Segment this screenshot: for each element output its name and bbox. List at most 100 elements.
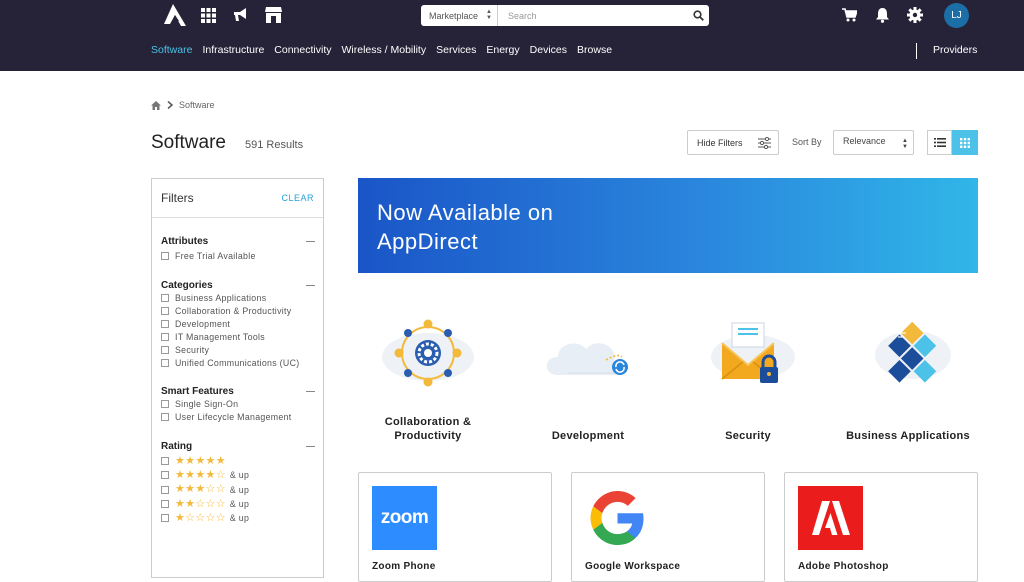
category-label: Security (725, 430, 771, 442)
nav-devices[interactable]: Devices (530, 44, 567, 56)
grid-apps-icon[interactable] (198, 5, 218, 25)
checkbox[interactable] (161, 413, 169, 422)
nav-connectivity[interactable]: Connectivity (274, 44, 331, 56)
rating-option-1[interactable]: ★ ☆ ☆ ☆ ☆ & up (161, 511, 315, 525)
security-envelope-lock-icon (711, 322, 795, 383)
search-icon[interactable] (687, 5, 709, 26)
filter-option-collaboration[interactable]: Collaboration & Productivity (161, 305, 315, 318)
filter-section-categories: Categories Business Applications Collabo… (161, 279, 315, 369)
star-rating: ★ ★ ☆ ☆ ☆ (175, 497, 226, 510)
cart-icon[interactable] (839, 5, 859, 25)
filter-section-header[interactable]: Rating (161, 440, 315, 452)
checkbox[interactable] (161, 307, 169, 316)
clear-filters-link[interactable]: CLEAR (281, 193, 314, 203)
collapse-icon[interactable] (306, 390, 315, 392)
nav-browse[interactable]: Browse (577, 44, 612, 56)
checkbox[interactable] (161, 346, 169, 354)
rating-and-up-label: & up (229, 484, 250, 495)
category-tile-development[interactable]: Development (513, 315, 663, 445)
filter-section-header[interactable]: Smart Features (161, 385, 315, 397)
collapse-icon[interactable] (306, 240, 315, 242)
filter-option-it-management[interactable]: IT Management Tools (161, 331, 315, 344)
nav-services[interactable]: Services (436, 44, 476, 56)
category-label: Collaboration & Productivity (384, 416, 472, 442)
sort-select[interactable]: Relevance ▲ ▼ (833, 130, 914, 155)
checkbox[interactable] (161, 400, 169, 409)
filter-option-label: User Lifecycle Management (175, 412, 292, 423)
filters-panel: Filters CLEAR Attributes Free Trial Avai… (151, 178, 324, 578)
filter-section-header[interactable]: Categories (161, 279, 315, 291)
megaphone-icon[interactable] (231, 5, 251, 25)
category-tile-business-applications[interactable]: Business Applications (833, 315, 983, 445)
list-view-button[interactable] (927, 130, 952, 155)
filter-section-title: Categories (161, 279, 213, 291)
filter-option-user-lifecycle[interactable]: User Lifecycle Management (161, 411, 315, 424)
search-input[interactable] (498, 10, 687, 21)
collapse-icon[interactable] (306, 284, 315, 286)
product-card-adobe-photoshop[interactable]: Adobe Photoshop (784, 472, 978, 582)
nav-divider (916, 43, 917, 59)
star-filled-icon: ★ (195, 454, 206, 467)
home-icon[interactable] (151, 100, 161, 110)
logo-icon[interactable] (162, 4, 188, 26)
list-icon (933, 138, 946, 147)
checkbox[interactable] (161, 294, 169, 303)
category-tile-collaboration[interactable]: Collaboration & Productivity (353, 315, 503, 445)
product-card-zoom-phone[interactable]: zoom Zoom Phone (358, 472, 552, 582)
nav-software[interactable]: Software (151, 44, 192, 56)
star-filled-icon: ★ (175, 468, 186, 481)
filter-option-single-sign-on[interactable]: Single Sign-On (161, 398, 315, 411)
category-tile-security[interactable]: Security (673, 315, 823, 445)
collapse-icon[interactable] (306, 445, 315, 447)
star-filled-icon: ★ (185, 454, 196, 467)
filter-option-business-applications[interactable]: Business Applications (161, 292, 315, 305)
category-nav: Software Infrastructure Connectivity Wir… (151, 44, 612, 56)
checkbox[interactable] (161, 514, 169, 523)
nav-energy[interactable]: Energy (486, 44, 519, 56)
star-filled-icon: ★ (175, 511, 186, 524)
nav-providers[interactable]: Providers (933, 44, 977, 56)
checkbox[interactable] (161, 485, 169, 494)
search-scope-select[interactable]: Marketplace ▲ ▼ (421, 5, 498, 26)
rating-option-5[interactable]: ★ ★ ★ ★ ★ (161, 454, 315, 468)
star-filled-icon: ★ (195, 483, 206, 496)
checkbox[interactable] (161, 500, 169, 509)
filter-section-header[interactable]: Attributes (161, 235, 315, 247)
promo-banner[interactable]: Now Available on AppDirect (358, 178, 978, 273)
grid-view-button[interactable] (952, 130, 978, 155)
sort-value: Relevance (843, 136, 886, 146)
filter-option-label: Development (175, 319, 231, 330)
rating-option-4[interactable]: ★ ★ ★ ★ ☆ & up (161, 468, 315, 482)
product-card-google-workspace[interactable]: Google Workspace (571, 472, 765, 582)
filter-option-unified-communications[interactable]: Unified Communications (UC) (161, 356, 315, 369)
avatar[interactable]: LJ (944, 3, 969, 28)
filter-option-free-trial[interactable]: Free Trial Available (161, 250, 315, 263)
filter-option-development[interactable]: Development (161, 318, 315, 331)
nav-wireless-mobility[interactable]: Wireless / Mobility (342, 44, 427, 56)
category-label: Development (551, 430, 625, 442)
nav-infrastructure[interactable]: Infrastructure (202, 44, 264, 56)
rating-option-2[interactable]: ★ ★ ☆ ☆ ☆ & up (161, 497, 315, 511)
filter-option-security[interactable]: Security (161, 344, 315, 357)
checkbox[interactable] (161, 457, 169, 466)
filter-section-title: Rating (161, 440, 193, 452)
star-empty-icon: ☆ (205, 497, 216, 510)
store-icon[interactable] (263, 5, 283, 25)
star-filled-icon: ★ (205, 468, 216, 481)
rating-option-3[interactable]: ★ ★ ★ ☆ ☆ & up (161, 483, 315, 497)
checkbox[interactable] (161, 471, 169, 480)
filter-option-label: Collaboration & Productivity (175, 306, 292, 317)
filter-option-label: Unified Communications (UC) (175, 357, 300, 368)
sort-by-label: Sort By (792, 137, 822, 147)
gear-icon[interactable] (905, 5, 925, 25)
star-empty-icon: ☆ (205, 483, 216, 496)
hide-filters-button[interactable]: Hide Filters (687, 130, 779, 155)
star-rating: ★ ★ ★ ★ ☆ (175, 468, 226, 481)
filters-header: Filters CLEAR (152, 179, 323, 218)
bell-icon[interactable] (872, 5, 892, 25)
star-filled-icon: ★ (175, 454, 186, 467)
checkbox[interactable] (161, 358, 169, 367)
checkbox[interactable] (161, 333, 169, 342)
checkbox[interactable] (161, 252, 169, 261)
checkbox[interactable] (161, 320, 169, 329)
